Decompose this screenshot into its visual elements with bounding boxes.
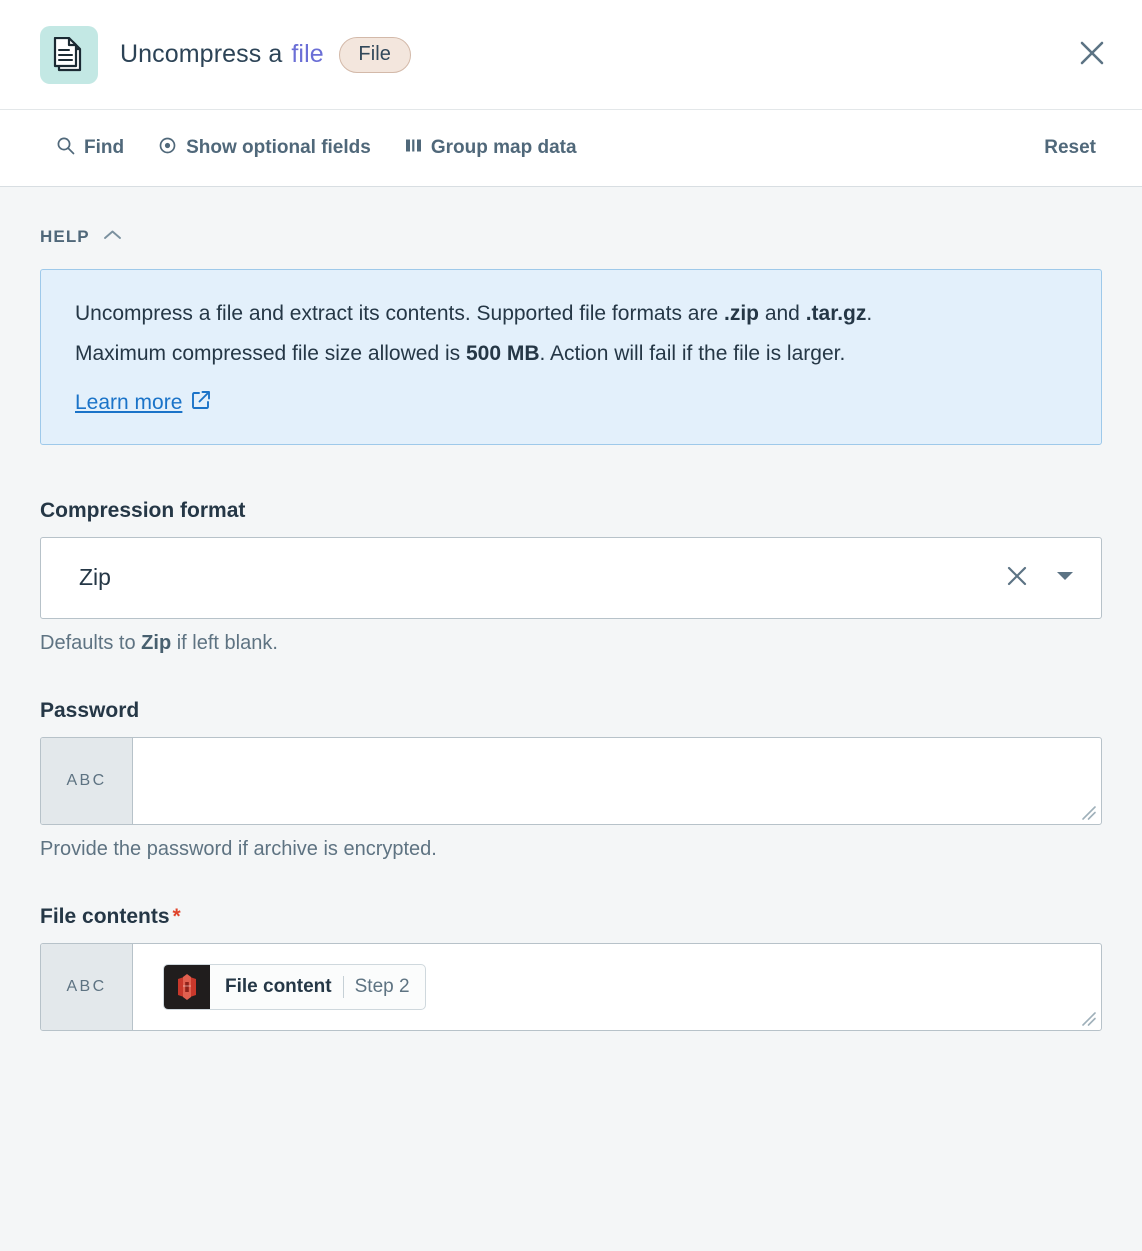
help-line2-part2: . Action will fail if the file is larger… <box>539 341 846 365</box>
help-section-label: HELP <box>40 227 90 246</box>
field-file-contents: File contents * ABC File content Step 2 <box>40 905 1102 1031</box>
data-pill-divider <box>342 975 344 998</box>
file-contents-input-row: ABC File content Step 2 <box>40 942 1102 1031</box>
group-map-data-button[interactable]: Group map data <box>405 136 577 161</box>
bar-chart-icon <box>405 136 422 161</box>
form-body: HELP Uncompress a file and extract its c… <box>0 187 1142 1031</box>
s3-bucket-icon <box>164 964 210 1009</box>
data-pill-text: File content Step 2 <box>210 965 425 1009</box>
help-section-toggle[interactable]: HELP <box>40 227 1102 247</box>
title-main-text: Uncompress a <box>120 40 283 68</box>
hint-part1: Defaults to <box>40 631 142 654</box>
help-format-zip: .zip <box>723 302 759 325</box>
close-icon <box>1005 564 1029 591</box>
learn-more-link[interactable]: Learn more <box>75 390 211 416</box>
data-pill-step: Step 2 <box>354 975 410 997</box>
show-optional-fields-button[interactable]: Show optional fields <box>158 136 371 161</box>
eye-icon <box>158 136 177 161</box>
search-icon <box>56 136 75 161</box>
title-accent-text: file <box>291 40 324 68</box>
help-format-targz: .tar.gz <box>805 302 867 325</box>
resize-handle-icon[interactable] <box>1079 803 1097 821</box>
page-title: Uncompress a file File <box>120 36 411 73</box>
resize-handle-icon[interactable] <box>1079 1009 1097 1027</box>
help-max-size: 500 MB <box>465 341 540 365</box>
hint-default-value: Zip <box>141 631 172 654</box>
reset-button[interactable]: Reset <box>1038 136 1102 160</box>
close-button[interactable] <box>1070 33 1114 77</box>
password-hint: Provide the password if archive is encry… <box>40 837 437 860</box>
clear-selection-button[interactable] <box>1005 564 1029 591</box>
required-asterisk: * <box>172 904 181 928</box>
help-callout: Uncompress a file and extract its conten… <box>40 269 1102 445</box>
data-pill-file-content[interactable]: File content Step 2 <box>163 963 426 1010</box>
password-input[interactable] <box>133 738 1101 824</box>
close-icon <box>1079 40 1105 69</box>
learn-more-label: Learn more <box>75 390 183 414</box>
compression-format-dropdown-button[interactable] <box>1055 569 1075 586</box>
compression-format-hint: Defaults to Zip if left blank. <box>40 632 1102 655</box>
field-password: Password ABC Provide the password if arc… <box>40 699 1102 861</box>
password-type-prefix: ABC <box>41 737 133 824</box>
chevron-down-icon <box>1055 569 1075 586</box>
file-contents-label: File contents * <box>40 905 1102 929</box>
status-badge: File <box>338 36 411 73</box>
file-contents-label-text: File contents <box>40 904 170 928</box>
help-line1-part1: Uncompress a file and extract its conten… <box>75 302 724 325</box>
hint-part2: if left blank. <box>171 631 278 654</box>
dialog-header: Uncompress a file File <box>0 0 1142 110</box>
select-actions <box>1005 564 1081 591</box>
toolbar: Find Show optional fields Group map data… <box>0 110 1142 187</box>
data-pill-name: File content <box>225 975 332 997</box>
document-pages-icon <box>40 25 98 84</box>
help-line2-part1: Maximum compressed file size allowed is <box>75 341 466 365</box>
compression-format-value: Zip <box>79 564 111 591</box>
compression-format-label: Compression format <box>40 498 246 522</box>
find-label: Find <box>84 137 125 158</box>
find-button[interactable]: Find <box>56 136 124 161</box>
external-link-icon <box>191 390 211 416</box>
compression-format-select[interactable]: Zip <box>40 536 1102 619</box>
help-paragraph: Uncompress a file and extract its conten… <box>75 294 1067 374</box>
show-optional-fields-label: Show optional fields <box>186 137 371 158</box>
help-line1-part2: and <box>758 302 806 325</box>
field-compression-format: Compression format Zip Defaults to Zip i… <box>40 499 1102 655</box>
password-input-row: ABC <box>40 736 1102 825</box>
group-map-data-label: Group map data <box>430 137 577 158</box>
password-label: Password <box>40 698 140 722</box>
chevron-up-icon <box>103 228 122 246</box>
file-contents-input[interactable]: File content Step 2 <box>133 944 1101 1030</box>
file-contents-type-prefix: ABC <box>41 943 133 1030</box>
help-line1-part3: . <box>866 302 873 325</box>
